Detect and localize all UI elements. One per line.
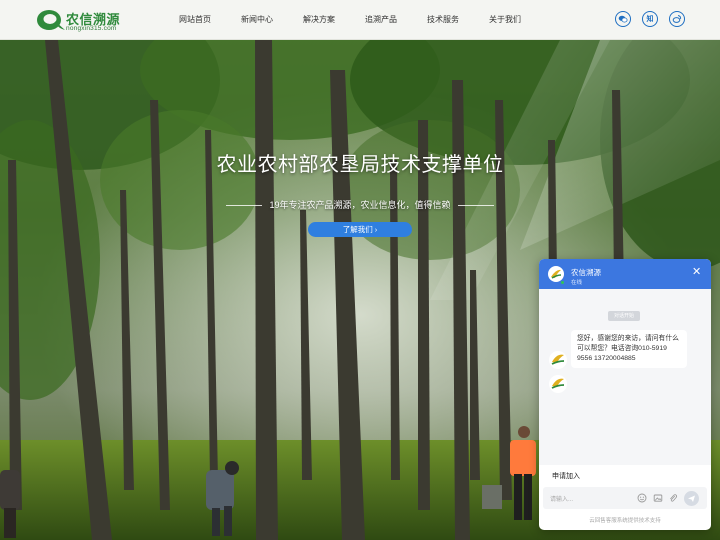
apply-join-button[interactable]: 申请加入 <box>539 465 711 487</box>
chat-input-placeholder: 请输入... <box>550 497 574 503</box>
send-button[interactable] <box>684 491 699 506</box>
hero-divider-right <box>458 205 494 206</box>
chat-status: 在线 <box>571 280 583 286</box>
learn-more-button[interactable]: 了解我们 › <box>308 222 412 237</box>
emoji-icon[interactable] <box>637 493 647 503</box>
nav-item-products[interactable]: 追溯产品 <box>350 0 412 40</box>
weibo-icon[interactable] <box>669 11 685 27</box>
site-logo[interactable]: 农信溯源 nongxin315.com <box>36 7 156 35</box>
agent-avatar <box>549 375 567 393</box>
wechat-icon[interactable] <box>615 11 631 27</box>
nav-item-home[interactable]: 网站首页 <box>164 0 226 40</box>
logo-mark-icon <box>37 10 65 30</box>
chat-timestamp: 对话开始 <box>608 311 640 321</box>
nav-item-news[interactable]: 新闻中心 <box>226 0 288 40</box>
chat-messages: 对话开始 您好，感谢您的来访，请问有什么可以帮您？电话咨询010-5919 95… <box>539 289 711 465</box>
chat-powered-by: 云回售客服系统提供技术支持 <box>589 518 661 524</box>
social-links: 知 <box>615 11 685 27</box>
chat-header: 农信溯源 在线 ✕ <box>539 259 711 289</box>
logo-domain: nongxin315.com <box>66 25 117 32</box>
hero-subtitle: 19年专注农产品溯源，农业信息化，值得信赖 <box>269 200 451 210</box>
agent-avatar <box>549 351 567 369</box>
chat-widget: 农信溯源 在线 ✕ 对话开始 您好，感谢您的来访，请问有什么可以帮您？电话咨询0… <box>539 259 711 530</box>
chat-agent-name: 农信溯源 <box>571 268 601 277</box>
nav-item-about[interactable]: 关于我们 <box>474 0 536 40</box>
nav-item-services[interactable]: 技术服务 <box>412 0 474 40</box>
nav-item-solutions[interactable]: 解决方案 <box>288 0 350 40</box>
chat-message-bubble: 您好，感谢您的来访，请问有什么可以帮您？电话咨询010-5919 9556 13… <box>571 330 687 368</box>
attachment-icon[interactable] <box>668 493 678 503</box>
site-header: 农信溯源 nongxin315.com 网站首页 新闻中心 解决方案 追溯产品 … <box>0 0 720 40</box>
hero-title: 农业农村部农垦局技术支撑单位 <box>216 152 504 176</box>
image-icon[interactable] <box>653 493 663 503</box>
online-indicator <box>560 280 565 285</box>
close-icon[interactable]: ✕ <box>692 267 701 278</box>
apply-join-label: 申请加入 <box>552 473 580 480</box>
zhihu-icon[interactable]: 知 <box>642 11 658 27</box>
main-nav: 网站首页 新闻中心 解决方案 追溯产品 技术服务 关于我们 <box>164 0 536 40</box>
